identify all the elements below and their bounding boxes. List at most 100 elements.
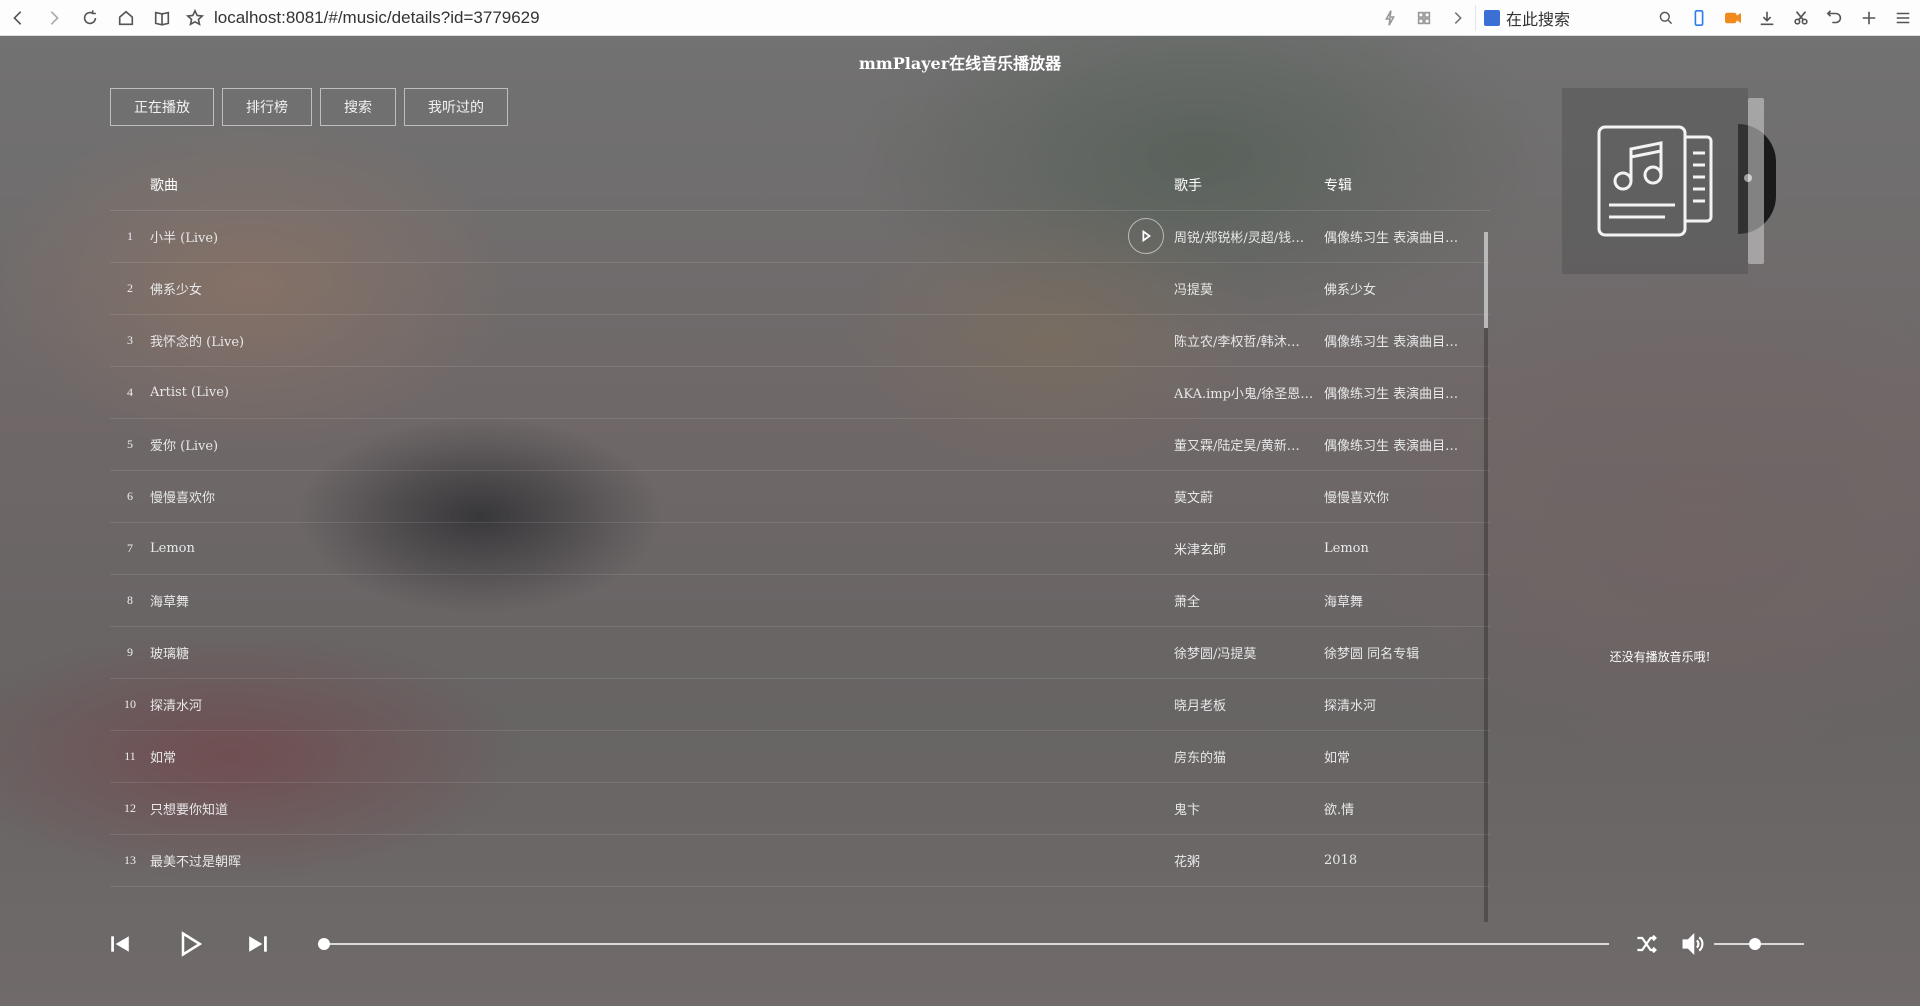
tab-now-playing[interactable]: 正在播放	[110, 88, 214, 126]
song-index: 4	[127, 385, 133, 399]
song-row[interactable]: 13 最美不过是朝晖 花粥 2018	[110, 835, 1490, 887]
song-name: 慢慢喜欢你	[150, 491, 216, 506]
song-name: 我怀念的 (Live)	[150, 335, 245, 350]
song-artist: 董又霖/陆定昊/黄新…	[1174, 439, 1300, 454]
song-name: 探清水河	[150, 699, 203, 714]
volume-handle[interactable]	[1748, 938, 1761, 950]
song-row[interactable]: 2 佛系少女 冯提莫 佛系少女	[110, 263, 1490, 315]
song-index: 8	[127, 593, 133, 607]
browser-toolbar: localhost:8081/#/music/details?id=377962…	[0, 0, 1920, 36]
play-button[interactable]	[172, 926, 208, 962]
song-row[interactable]: 5 爱你 (Live) 董又霖/陆定昊/黄新… 偶像练习生 表演曲目…	[110, 419, 1490, 471]
song-artist: 米津玄師	[1174, 543, 1227, 558]
row-play-button[interactable]	[1128, 218, 1164, 254]
song-name: 只想要你知道	[150, 803, 229, 818]
song-album: 探清水河	[1324, 699, 1377, 714]
volume-slider[interactable]	[1714, 938, 1804, 950]
song-artist: 莫文蔚	[1174, 491, 1214, 506]
address-bar[interactable]: localhost:8081/#/music/details?id=377962…	[214, 8, 540, 28]
reload-icon	[83, 9, 97, 24]
phone-icon[interactable]	[1682, 0, 1716, 36]
menu-icon[interactable]	[1886, 0, 1920, 36]
scrollbar[interactable]	[1484, 232, 1488, 922]
grid-icon[interactable]	[1407, 0, 1441, 36]
scissors-icon[interactable]	[1784, 0, 1818, 36]
progress-bar[interactable]	[318, 938, 1609, 950]
song-row[interactable]: 3 我怀念的 (Live) 陈立农/李权哲/韩沐… 偶像练习生 表演曲目…	[110, 315, 1490, 367]
back-button[interactable]	[0, 0, 36, 36]
song-artist: 萧全	[1174, 595, 1201, 610]
volume-button[interactable]	[1677, 929, 1707, 959]
song-artist: 冯提莫	[1174, 283, 1214, 298]
song-row[interactable]: 1 小半 (Live) 周锐/郑锐彬/灵超/钱… 偶像练习生 表演曲目…	[110, 211, 1490, 263]
song-index: 13	[124, 853, 136, 867]
column-song: 歌曲	[150, 178, 178, 194]
song-album: 偶像练习生 表演曲目…	[1324, 387, 1459, 402]
song-index: 9	[127, 645, 133, 659]
search-placeholder: 在此搜索	[1506, 9, 1571, 29]
song-row[interactable]: 12 只想要你知道 鬼卞 欲.情	[110, 783, 1490, 835]
song-index: 2	[127, 281, 133, 295]
song-artist: 陈立农/李权哲/韩沐…	[1174, 335, 1300, 350]
bookmarks-button[interactable]	[144, 0, 180, 36]
shuffle-icon	[1637, 934, 1657, 954]
song-artist: 花粥	[1174, 855, 1201, 870]
bookmarks-icon	[154, 11, 170, 26]
progress-handle[interactable]	[318, 938, 330, 950]
album-cover	[1562, 88, 1776, 274]
column-album: 专辑	[1324, 178, 1352, 194]
tab-search[interactable]: 搜索	[320, 88, 396, 126]
song-artist: 鬼卞	[1174, 803, 1201, 818]
song-row[interactable]: 9 玻璃糖 徐梦圆/冯提莫 徐梦圆 同名专辑	[110, 627, 1490, 679]
song-row[interactable]: 8 海草舞 萧全 海草舞	[110, 575, 1490, 627]
prev-button[interactable]	[106, 930, 134, 958]
skip-next-icon	[249, 936, 267, 952]
player-bar	[0, 914, 1920, 974]
song-index: 5	[127, 437, 133, 451]
browser-search[interactable]: 在此搜索	[1475, 4, 1682, 31]
shuffle-button[interactable]	[1632, 929, 1662, 959]
app-title: mmPlayer在线音乐播放器	[858, 54, 1062, 73]
song-name: 爱你 (Live)	[150, 439, 219, 454]
search-engine-icon	[1484, 9, 1500, 26]
tab-history[interactable]: 我听过的	[404, 88, 508, 126]
chevron-right-icon[interactable]	[1441, 0, 1475, 36]
song-row[interactable]: 11 如常 房东的猫 如常	[110, 731, 1490, 783]
forward-button[interactable]	[36, 0, 72, 36]
song-row[interactable]: 6 慢慢喜欢你 莫文蔚 慢慢喜欢你	[110, 471, 1490, 523]
tab-charts[interactable]: 排行榜	[222, 88, 312, 126]
nav-tabs: 正在播放 排行榜 搜索 我听过的	[110, 88, 508, 126]
song-artist: 徐梦圆/冯提莫	[1174, 647, 1257, 662]
song-rows[interactable]: 1 小半 (Live) 周锐/郑锐彬/灵超/钱… 偶像练习生 表演曲目… 2 佛系少女 冯提…	[110, 211, 1490, 901]
scrollbar-thumb[interactable]	[1484, 232, 1488, 328]
song-name: 海草舞	[150, 595, 190, 610]
video-icon[interactable]	[1716, 0, 1750, 36]
download-icon[interactable]	[1750, 0, 1784, 36]
song-row[interactable]: 4 Artist (Live) AKA.imp小鬼/徐圣恩/… 偶像练习生 表演曲目…	[110, 367, 1490, 419]
song-index: 10	[124, 697, 136, 711]
song-name: Lemon	[150, 541, 195, 556]
music-app: mmPlayer在线音乐播放器 正在播放 排行榜 搜索 我听过的 歌曲 歌手 专…	[0, 36, 1920, 1006]
song-row[interactable]: 10 探清水河 晓月老板 探清水河	[110, 679, 1490, 731]
song-album: 欲.情	[1324, 803, 1355, 818]
bookmark-star-button[interactable]	[180, 0, 210, 36]
search-icon[interactable]	[1658, 10, 1674, 26]
reload-button[interactable]	[72, 0, 108, 36]
song-row[interactable]: 14羞答答的玫瑰静悄悄地开胡夏羞答答的玫瑰静悄悄…	[110, 887, 1490, 901]
home-button[interactable]	[108, 0, 144, 36]
next-button[interactable]	[244, 930, 272, 958]
song-row[interactable]: 7 Lemon 米津玄師 Lemon	[110, 523, 1490, 575]
flash-icon[interactable]	[1373, 0, 1407, 36]
song-index: 11	[124, 749, 136, 763]
skip-previous-icon	[111, 936, 129, 952]
new-tab-icon[interactable]	[1852, 0, 1886, 36]
song-album: 2018	[1324, 853, 1358, 868]
volume-icon	[1682, 932, 1704, 956]
song-index: 7	[127, 541, 133, 555]
song-name: 佛系少女	[150, 283, 203, 298]
song-artist: 晓月老板	[1174, 699, 1227, 714]
song-list-header: 歌曲 歌手 专辑	[110, 160, 1490, 211]
song-artist: AKA.imp小鬼/徐圣恩/…	[1174, 387, 1318, 402]
undo-icon[interactable]	[1818, 0, 1852, 36]
song-album: 偶像练习生 表演曲目…	[1324, 335, 1459, 350]
